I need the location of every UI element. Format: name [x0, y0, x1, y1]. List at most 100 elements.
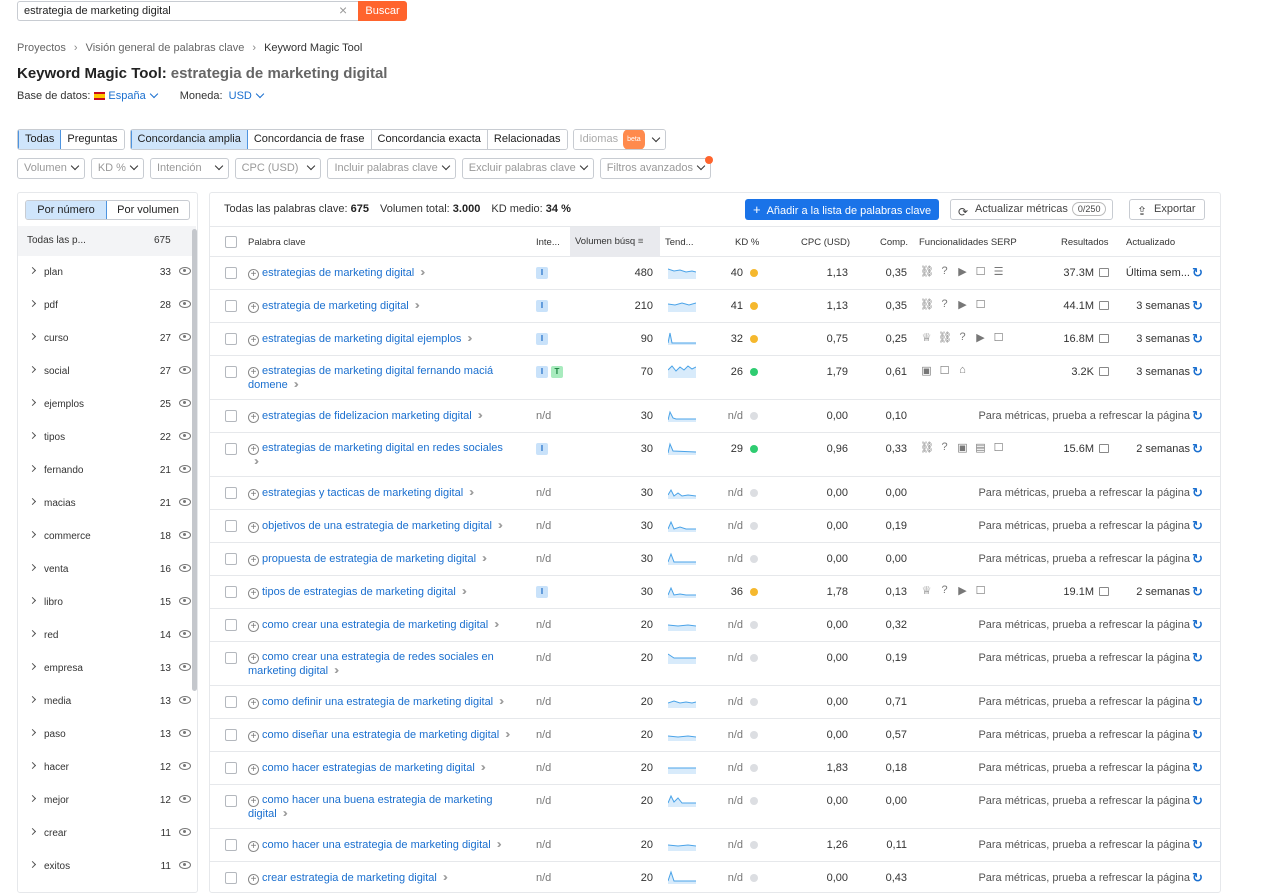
chevron-right-icon[interactable]	[28, 398, 37, 407]
keyword-link-cont[interactable]: marketing digital	[248, 665, 328, 677]
sidebar-group-item[interactable]: hacer 12	[18, 751, 196, 784]
breadcrumb-projects[interactable]: Proyectos	[17, 42, 66, 54]
double-chevron-icon[interactable]: ››	[334, 663, 339, 677]
sidebar-group-item[interactable]: libro 15	[18, 586, 196, 619]
sidebar-group-item[interactable]: paso 13	[18, 718, 196, 751]
sidebar-group-item[interactable]: curso 27	[18, 322, 196, 355]
double-chevron-icon[interactable]: ››	[254, 454, 259, 468]
search-input[interactable]	[17, 1, 358, 21]
sidebar-group-item[interactable]: social 27	[18, 355, 196, 388]
filter-volume[interactable]: Volumen	[17, 158, 85, 179]
sidebar-group-item[interactable]: plan 33	[18, 256, 196, 289]
refresh-icon[interactable]: ↻	[1192, 364, 1203, 380]
filter-exclude-keywords[interactable]: Excluir palabras clave	[461, 158, 594, 179]
refresh-icon[interactable]: ↻	[1192, 485, 1203, 501]
eye-icon[interactable]	[179, 432, 191, 440]
refresh-icon[interactable]: ↻	[1192, 617, 1203, 633]
eye-icon[interactable]	[179, 267, 191, 275]
sidebar-group-item[interactable]: media 13	[18, 685, 196, 718]
sidebar-scrollbar[interactable]	[192, 229, 197, 691]
column-competition[interactable]: Comp.	[880, 237, 908, 248]
eye-icon[interactable]	[179, 795, 191, 803]
eye-icon[interactable]	[179, 531, 191, 539]
eye-icon[interactable]	[179, 861, 191, 869]
keyword-link-cont[interactable]: domene	[248, 379, 288, 391]
refresh-icon[interactable]: ↻	[1192, 265, 1203, 281]
eye-icon[interactable]	[179, 498, 191, 506]
chevron-right-icon[interactable]	[28, 860, 37, 869]
sidebar-group-item[interactable]: empresa 13	[18, 652, 196, 685]
sidebar-group-item[interactable]: crear 11	[18, 817, 196, 850]
eye-icon[interactable]	[179, 300, 191, 308]
column-keyword[interactable]: Palabra clave	[248, 237, 306, 248]
sidebar-group-item[interactable]: mejor 12	[18, 784, 196, 817]
refresh-icon[interactable]: ↻	[1192, 727, 1203, 743]
chevron-right-icon[interactable]	[28, 365, 37, 374]
sidebar-group-item[interactable]: commerce 18	[18, 520, 196, 553]
chevron-right-icon[interactable]	[28, 596, 37, 605]
chevron-right-icon[interactable]	[28, 662, 37, 671]
double-chevron-icon[interactable]: ››	[283, 806, 288, 820]
currency-select[interactable]: USD	[229, 89, 265, 102]
column-results[interactable]: Resultados	[1061, 237, 1109, 248]
chevron-right-icon[interactable]	[28, 332, 37, 341]
breadcrumb-overview[interactable]: Visión general de palabras clave	[86, 42, 245, 54]
chevron-right-icon[interactable]	[28, 794, 37, 803]
sidebar-group-item[interactable]: tipos 22	[18, 421, 196, 454]
column-updated[interactable]: Actualizado	[1126, 237, 1175, 248]
chevron-right-icon[interactable]	[28, 629, 37, 638]
sidebar-group-item[interactable]: venta 16	[18, 553, 196, 586]
refresh-icon[interactable]: ↻	[1192, 518, 1203, 534]
refresh-icon[interactable]: ↻	[1192, 837, 1203, 853]
chevron-right-icon[interactable]	[28, 464, 37, 473]
column-kd[interactable]: KD %	[735, 237, 759, 248]
eye-icon[interactable]	[179, 696, 191, 704]
eye-icon[interactable]	[179, 828, 191, 836]
eye-icon[interactable]	[179, 399, 191, 407]
chevron-right-icon[interactable]	[28, 695, 37, 704]
sidebar-group-item[interactable]: fernando 21	[18, 454, 196, 487]
chevron-right-icon[interactable]	[28, 563, 37, 572]
chevron-right-icon[interactable]	[28, 827, 37, 836]
sidebar-group-item[interactable]: macias 21	[18, 487, 196, 520]
chevron-right-icon[interactable]	[28, 299, 37, 308]
filter-intent[interactable]: Intención	[149, 158, 229, 179]
sidebar-group-item[interactable]: pdf 28	[18, 289, 196, 322]
sort-by-volume-button[interactable]: Por volumen	[107, 201, 189, 219]
update-metrics-button[interactable]: ⟳ Actualizar métricas 0/250	[950, 199, 1114, 220]
column-volume[interactable]: Volumen búsq ≡	[570, 227, 660, 257]
column-intent[interactable]: Inte...	[536, 237, 560, 248]
refresh-icon[interactable]: ↻	[1192, 793, 1203, 809]
double-chevron-icon[interactable]: ››	[294, 377, 299, 391]
clear-search-icon[interactable]: ×	[339, 3, 347, 17]
search-button[interactable]: Buscar	[358, 1, 407, 21]
refresh-icon[interactable]: ↻	[1192, 441, 1203, 457]
refresh-icon[interactable]: ↻	[1192, 331, 1203, 347]
eye-icon[interactable]	[179, 465, 191, 473]
chevron-right-icon[interactable]	[28, 497, 37, 506]
filter-cpc[interactable]: CPC (USD)	[234, 158, 322, 179]
eye-icon[interactable]	[179, 663, 191, 671]
tab-phrase-match[interactable]: Concordancia de frase	[247, 130, 372, 149]
eye-icon[interactable]	[179, 564, 191, 572]
eye-icon[interactable]	[179, 597, 191, 605]
eye-icon[interactable]	[179, 333, 191, 341]
sidebar-group-item[interactable]: ejemplos 25	[18, 388, 196, 421]
refresh-icon[interactable]: ↻	[1192, 408, 1203, 424]
refresh-icon[interactable]: ↻	[1192, 551, 1203, 567]
export-button[interactable]: ⇪ Exportar	[1129, 199, 1205, 220]
column-serp-features[interactable]: Funcionalidades SERP	[919, 237, 1017, 248]
sidebar-group-item[interactable]: exitos 11	[18, 850, 196, 883]
eye-icon[interactable]	[179, 762, 191, 770]
refresh-icon[interactable]: ↻	[1192, 760, 1203, 776]
filter-kd[interactable]: KD %	[90, 158, 144, 179]
column-trend[interactable]: Tend...	[665, 237, 694, 248]
eye-icon[interactable]	[179, 729, 191, 737]
refresh-icon[interactable]: ↻	[1192, 298, 1203, 314]
tab-all[interactable]: Todas	[18, 130, 62, 149]
tab-exact-match[interactable]: Concordancia exacta	[371, 130, 488, 149]
tab-broad-match[interactable]: Concordancia amplia	[130, 130, 248, 149]
chevron-right-icon[interactable]	[28, 728, 37, 737]
keyword-link-cont[interactable]: digital	[248, 808, 277, 820]
refresh-icon[interactable]: ↻	[1192, 650, 1203, 666]
